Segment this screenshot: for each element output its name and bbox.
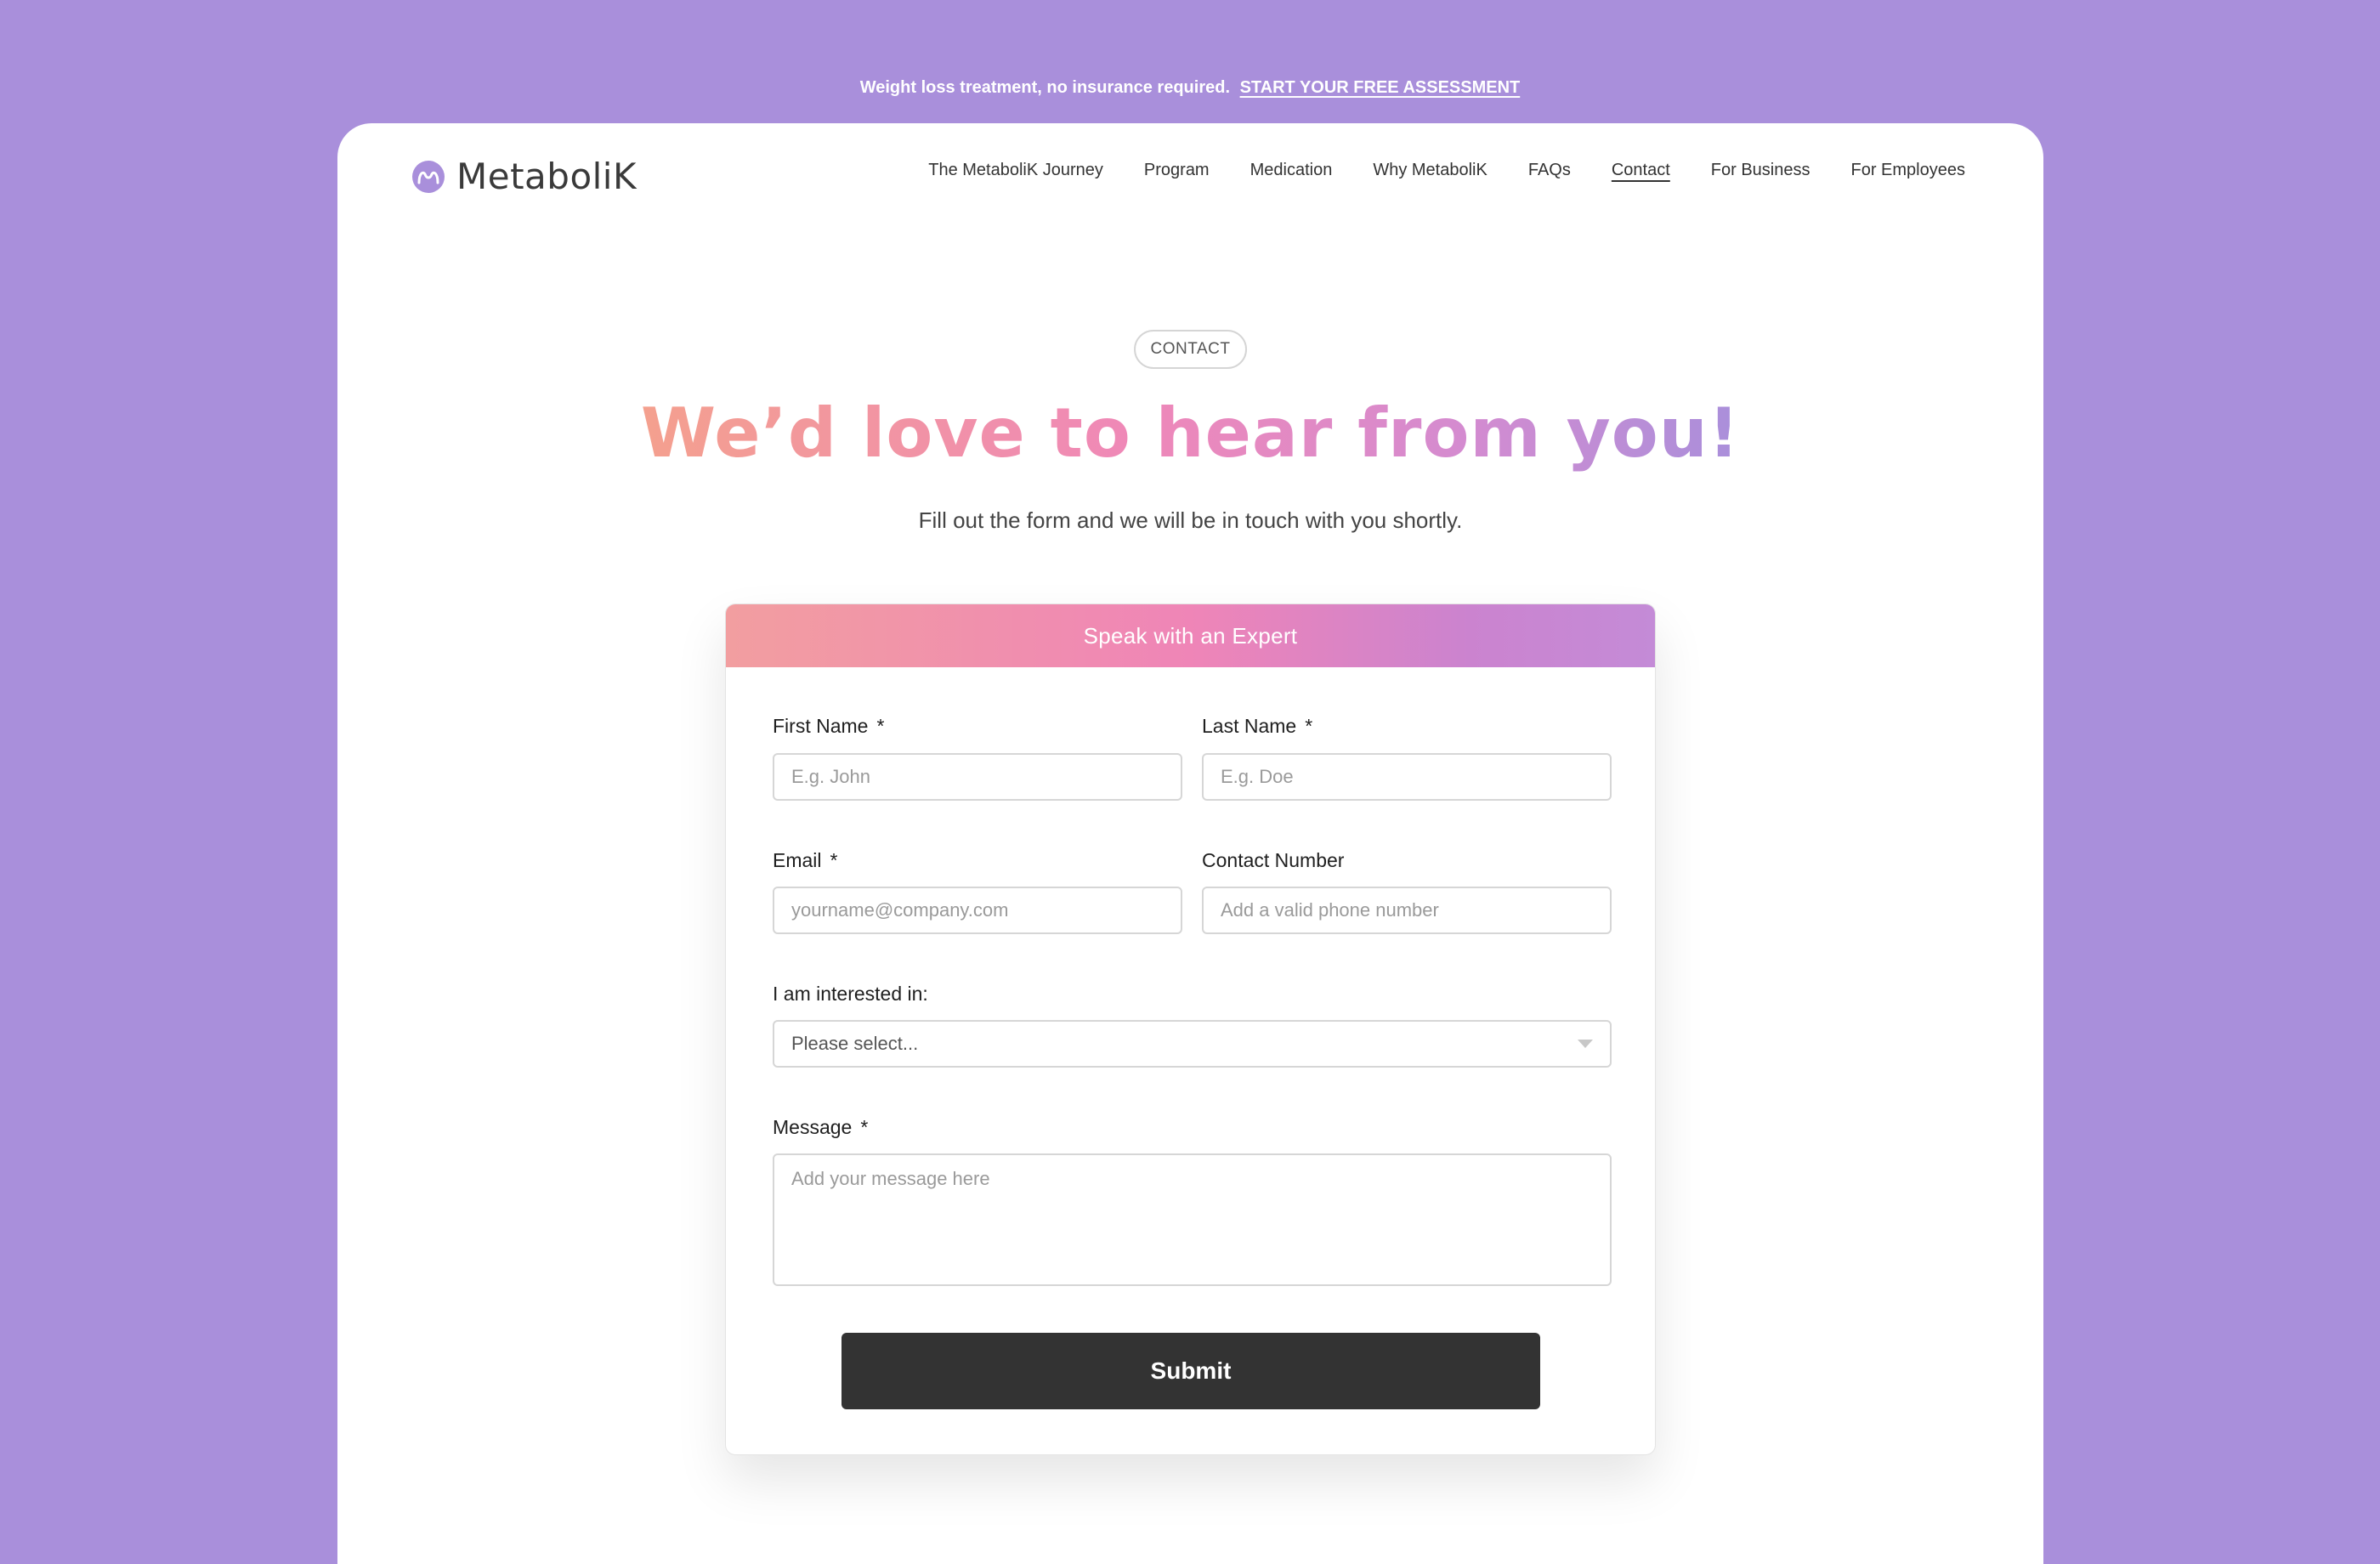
first-name-input[interactable] xyxy=(773,753,1182,801)
first-name-required-mark: * xyxy=(876,715,885,737)
email-label-text: Email xyxy=(773,849,822,871)
last-name-label-text: Last Name xyxy=(1202,715,1297,737)
announcement-bar: Weight loss treatment, no insurance requ… xyxy=(0,78,2380,98)
first-name-label-text: First Name xyxy=(773,715,869,737)
page-subtitle: Fill out the form and we will be in touc… xyxy=(918,507,1463,533)
section-badge: CONTACT xyxy=(1133,330,1248,369)
page-headline-text: We’d love to hear from you! xyxy=(640,394,1741,473)
form-title: Speak with an Expert xyxy=(1083,622,1298,649)
page-card: MetaboliK The MetaboliK Journey Program … xyxy=(337,123,2043,1564)
first-name-label: First Name * xyxy=(773,715,884,738)
contact-number-input[interactable] xyxy=(1202,887,1612,934)
interest-label-text: I am interested in: xyxy=(773,983,928,1005)
submit-button[interactable]: Submit xyxy=(842,1333,1540,1409)
interest-label: I am interested in: xyxy=(773,983,928,1006)
brand-logo[interactable]: MetaboliK xyxy=(412,156,637,197)
last-name-required-mark: * xyxy=(1305,715,1313,737)
interest-select[interactable]: Please select... xyxy=(773,1020,1612,1068)
nav-item-faqs[interactable]: FAQs xyxy=(1528,161,1571,180)
message-required-mark: * xyxy=(860,1116,869,1138)
chevron-down-icon xyxy=(1578,1040,1593,1048)
announcement-text: Weight loss treatment, no insurance requ… xyxy=(859,78,1231,97)
nav-item-why-metabolik[interactable]: Why MetaboliK xyxy=(1373,161,1488,180)
email-input[interactable] xyxy=(773,887,1182,934)
contact-number-label-text: Contact Number xyxy=(1202,849,1345,871)
message-label-text: Message xyxy=(773,1116,853,1138)
brand-logo-icon xyxy=(412,160,445,193)
free-assessment-link[interactable]: START YOUR FREE ASSESSMENT xyxy=(1240,78,1521,97)
email-label: Email * xyxy=(773,849,837,872)
brand-name: MetaboliK xyxy=(456,156,638,197)
page-headline: We’d love to hear from you! xyxy=(337,394,2043,473)
last-name-label: Last Name * xyxy=(1202,715,1312,738)
nav-item-program[interactable]: Program xyxy=(1144,161,1210,180)
interest-select-value: Please select... xyxy=(791,1033,919,1054)
nav-item-journey[interactable]: The MetaboliK Journey xyxy=(928,161,1103,180)
nav-item-medication[interactable]: Medication xyxy=(1250,161,1333,180)
main-nav: The MetaboliK Journey Program Medication… xyxy=(928,161,1965,180)
email-required-mark: * xyxy=(830,849,838,871)
contact-form: Speak with an Expert First Name * Last Na… xyxy=(725,604,1656,1455)
form-header: Speak with an Expert xyxy=(726,604,1655,667)
contact-number-label: Contact Number xyxy=(1202,849,1344,872)
nav-item-contact[interactable]: Contact xyxy=(1612,161,1670,180)
last-name-input[interactable] xyxy=(1202,753,1612,801)
nav-item-for-business[interactable]: For Business xyxy=(1711,161,1810,180)
message-textarea[interactable] xyxy=(773,1153,1612,1286)
message-label: Message * xyxy=(773,1116,868,1139)
nav-item-for-employees[interactable]: For Employees xyxy=(1851,161,1966,180)
